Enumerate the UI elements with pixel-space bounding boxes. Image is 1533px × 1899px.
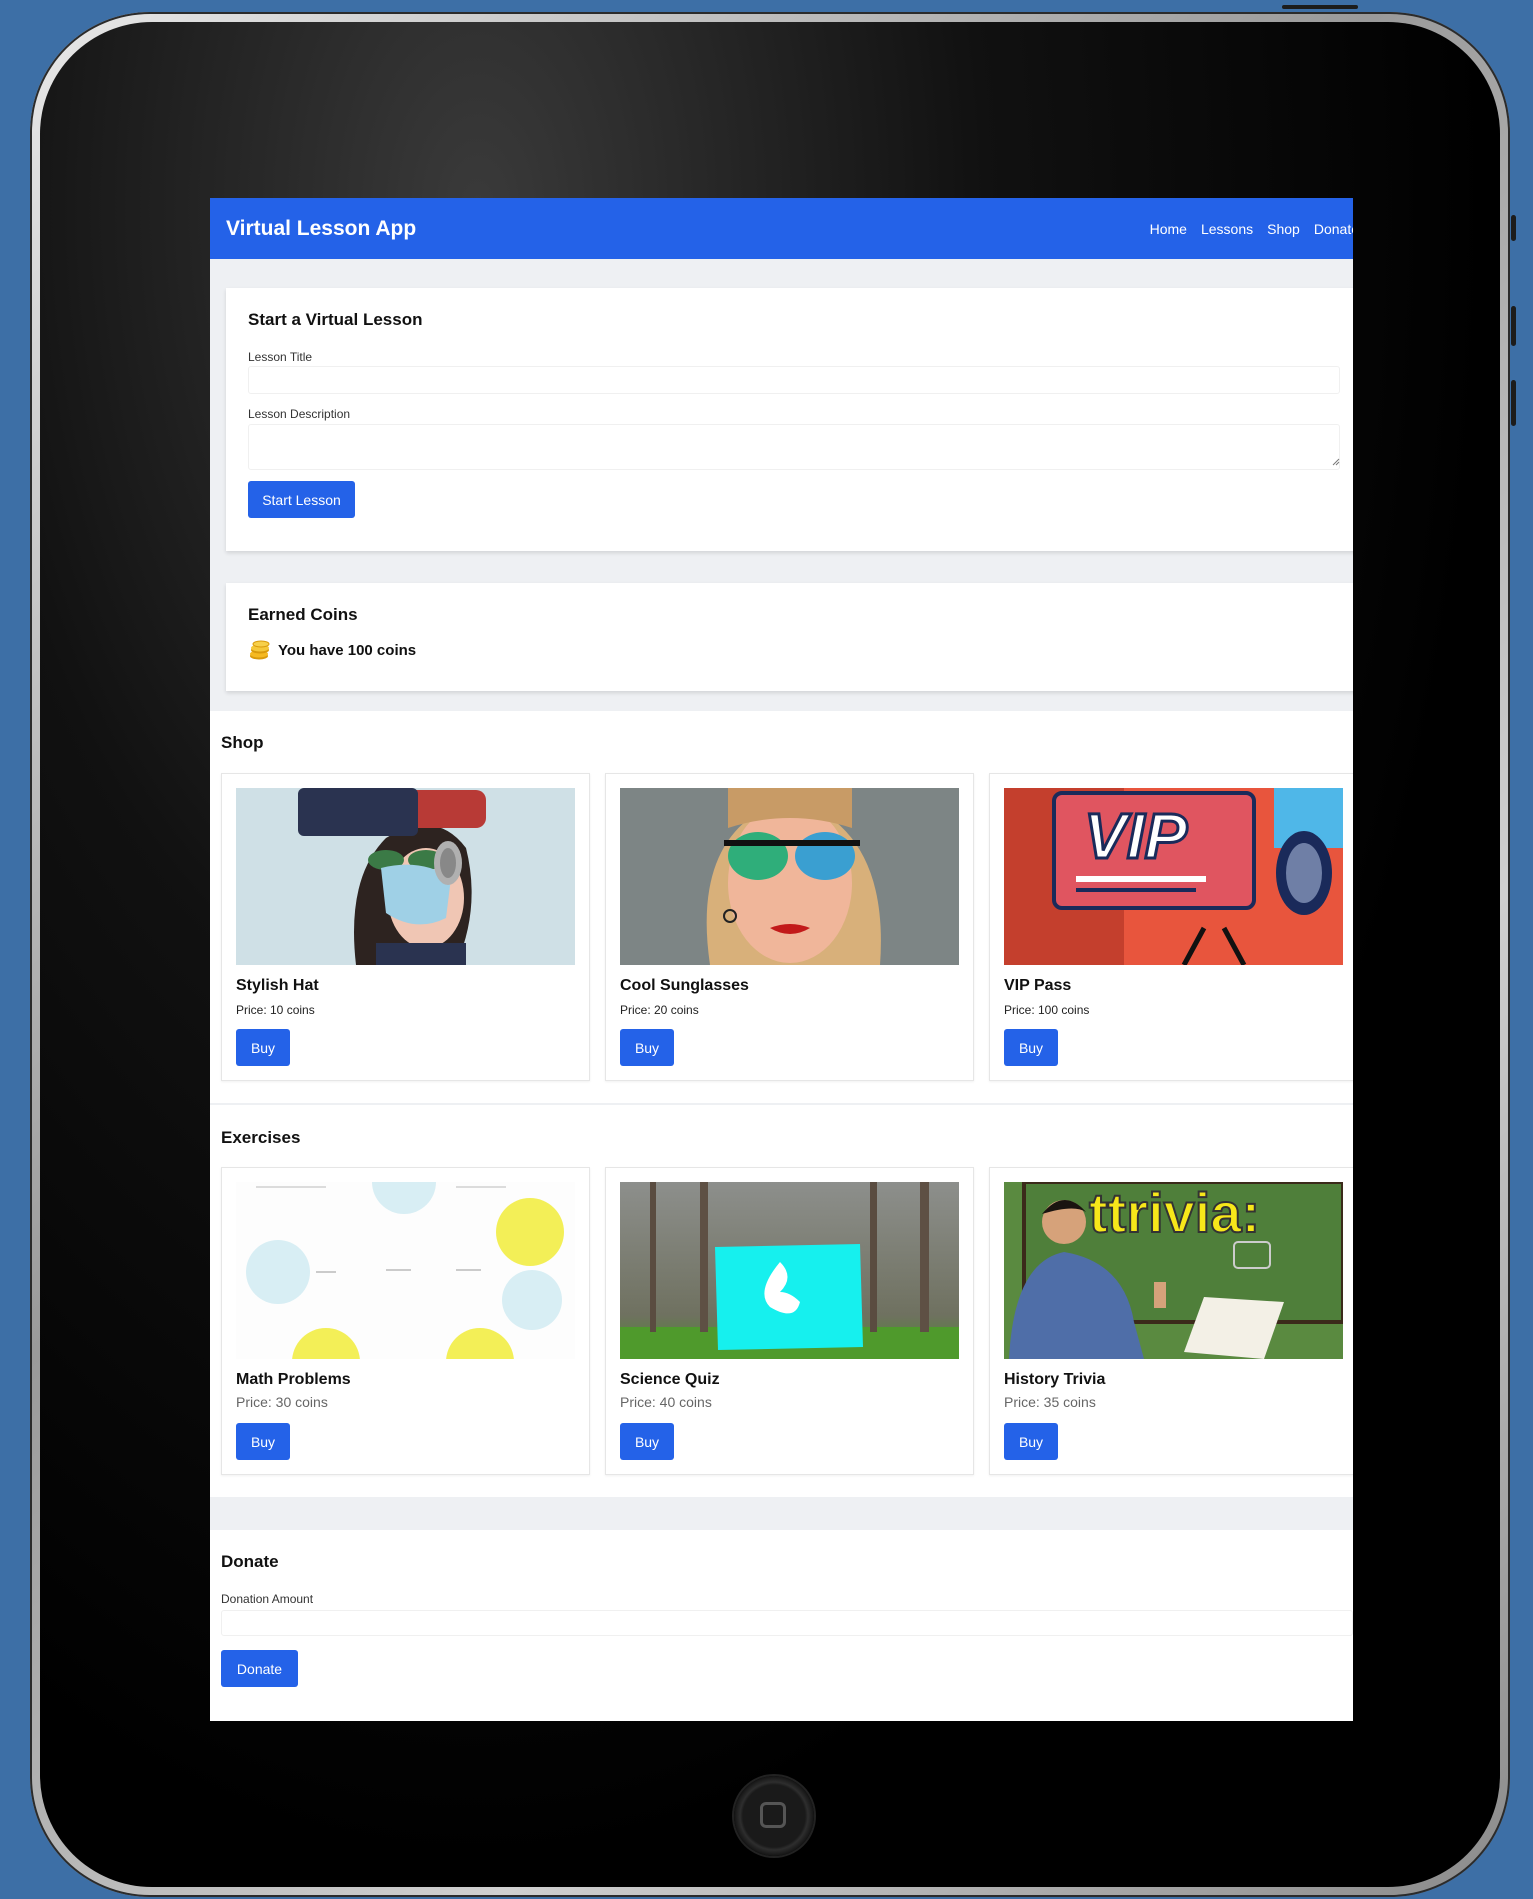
item-name: VIP Pass [1004, 977, 1072, 994]
tablet-side-button [1511, 215, 1516, 241]
buy-button[interactable]: Buy [1004, 1423, 1058, 1460]
exercise-item-card: Science Quiz Price: 40 coins Buy [605, 1167, 974, 1475]
navbar: Virtual Lesson App Home Lessons Shop Don… [210, 198, 1353, 259]
earned-coins-title: Earned Coins [248, 605, 358, 624]
app-screen: Virtual Lesson App Home Lessons Shop Don… [210, 198, 1353, 1721]
cool-sunglasses-image [620, 788, 959, 965]
tablet-volume-up-button [1511, 306, 1516, 346]
exercise-item-card: Math Problems Price: 30 coins Buy [221, 1167, 590, 1475]
donate-title: Donate [221, 1552, 279, 1571]
item-name: History Trivia [1004, 1371, 1106, 1388]
lesson-description-label: Lesson Description [248, 407, 351, 421]
buy-button[interactable]: Buy [236, 1423, 290, 1460]
home-square-icon [760, 1802, 786, 1828]
science-quiz-image [620, 1182, 959, 1359]
shop-item-card: Cool Sunglasses Price: 20 coins Buy [605, 773, 974, 1081]
tablet-volume-down-button [1511, 380, 1516, 426]
vip-pass-image: VIP [1004, 788, 1343, 965]
nav-link-lessons[interactable]: Lessons [1201, 221, 1253, 237]
item-price: Price: 100 coins [1004, 1003, 1090, 1017]
exercises-title: Exercises [221, 1128, 301, 1147]
start-lesson-title: Start a Virtual Lesson [248, 310, 423, 329]
item-name: Cool Sunglasses [620, 977, 749, 994]
lesson-title-input[interactable] [248, 366, 1340, 394]
earned-coins-card: Earned Coins You have 100 coins [226, 583, 1353, 691]
donation-amount-input[interactable] [221, 1610, 1353, 1636]
shop-section: Shop Stylish Hat Price: 10 coins Buy Coo… [210, 711, 1353, 1103]
item-price: Price: 20 coins [620, 1003, 699, 1017]
lesson-description-textarea[interactable] [248, 424, 1340, 470]
lesson-title-label: Lesson Title [248, 350, 313, 364]
buy-button[interactable]: Buy [236, 1029, 290, 1066]
item-price: Price: 40 coins [620, 1394, 712, 1410]
exercises-section: Exercises Math Problems Price: 30 coins … [210, 1105, 1353, 1497]
buy-button[interactable]: Buy [620, 1029, 674, 1066]
exercise-item-card: ttrivia: History Trivia Price: 35 coins … [989, 1167, 1353, 1475]
vip-text: VIP [1084, 800, 1187, 872]
coins-icon [250, 640, 270, 660]
buy-button[interactable]: Buy [620, 1423, 674, 1460]
shop-item-card: VIP VIP Pass Price: 100 coins Buy [989, 773, 1353, 1081]
nav-link-home[interactable]: Home [1150, 221, 1187, 237]
tablet-top-button [1282, 5, 1358, 9]
item-name: Math Problems [236, 1371, 351, 1388]
nav-links: Home Lessons Shop Donate [1150, 221, 1353, 237]
donation-amount-label: Donation Amount [221, 1592, 314, 1606]
donate-button[interactable]: Donate [221, 1650, 298, 1687]
buy-button[interactable]: Buy [1004, 1029, 1058, 1066]
trivia-text: ttrivia: [1089, 1182, 1260, 1244]
app-title: Virtual Lesson App [226, 216, 417, 240]
donate-section: Donate Donation Amount Donate [210, 1530, 1353, 1721]
item-price: Price: 30 coins [236, 1394, 328, 1410]
start-lesson-button[interactable]: Start Lesson [248, 481, 355, 518]
item-price: Price: 10 coins [236, 1003, 315, 1017]
item-price: Price: 35 coins [1004, 1394, 1096, 1410]
resize-handle-icon[interactable] [1332, 458, 1340, 466]
item-name: Stylish Hat [236, 977, 319, 994]
nav-link-shop[interactable]: Shop [1267, 221, 1300, 237]
nav-link-donate[interactable]: Donate [1314, 221, 1353, 237]
item-name: Science Quiz [620, 1371, 720, 1388]
home-button[interactable] [734, 1776, 814, 1856]
stylish-hat-image [236, 788, 575, 965]
math-problems-image [236, 1182, 575, 1359]
shop-item-card: Stylish Hat Price: 10 coins Buy [221, 773, 590, 1081]
shop-title: Shop [221, 733, 264, 752]
coin-balance-text: You have 100 coins [278, 641, 417, 659]
start-lesson-card: Start a Virtual Lesson Lesson Title Less… [226, 288, 1353, 551]
history-trivia-image: ttrivia: [1004, 1182, 1343, 1359]
coin-balance-row: You have 100 coins [248, 639, 1339, 661]
